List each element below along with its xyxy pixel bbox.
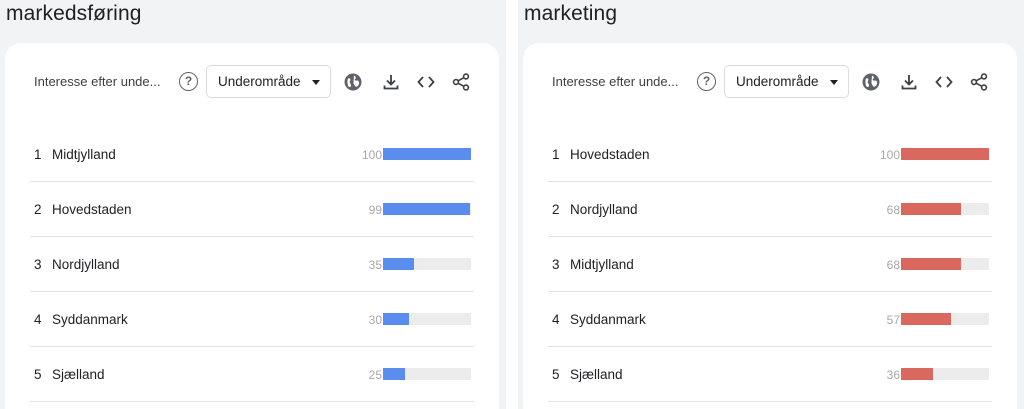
- interest-bar: [901, 313, 952, 325]
- interest-value: 68: [886, 203, 900, 217]
- interest-value: 100: [361, 148, 382, 162]
- list-item[interactable]: 5 Sjælland 25: [30, 347, 474, 402]
- download-icon[interactable]: [381, 72, 401, 92]
- rank-number: 2: [34, 202, 42, 217]
- interest-bar: [901, 148, 989, 160]
- list-item[interactable]: 4 Syddanmark 57: [548, 292, 992, 347]
- rank-number: 4: [34, 312, 42, 327]
- list-item[interactable]: 1 Midtjylland 100: [30, 127, 474, 182]
- embed-code-icon[interactable]: [934, 72, 954, 92]
- interest-value: 57: [886, 313, 900, 327]
- list-item[interactable]: 5 Sjælland 36: [548, 347, 992, 402]
- share-icon[interactable]: [451, 72, 471, 92]
- panel-marketing: marketing Interesse efter unde... ? Unde…: [518, 0, 1024, 409]
- rank-number: 4: [552, 312, 560, 327]
- region-name: Nordjylland: [52, 257, 120, 272]
- interest-value: 99: [368, 203, 382, 217]
- rank-number: 3: [552, 257, 560, 272]
- rank-number: 5: [552, 367, 560, 382]
- interest-bar: [383, 258, 414, 270]
- embed-code-icon[interactable]: [416, 72, 436, 92]
- interest-bar-track: [901, 368, 989, 380]
- rank-number: 3: [34, 257, 42, 272]
- rank-number: 1: [34, 147, 42, 162]
- region-name: Midtjylland: [570, 257, 634, 272]
- list-item[interactable]: 2 Hovedstaden 99: [30, 182, 474, 237]
- interest-by-region-card: Interesse efter unde... ? Underområde 1: [5, 43, 499, 409]
- interest-bar: [901, 368, 933, 380]
- interest-bar: [383, 148, 471, 160]
- caret-down-icon: [312, 80, 320, 85]
- interest-bar: [901, 203, 961, 215]
- panel-title: marketing: [524, 2, 618, 25]
- card-header: Interesse efter unde... ? Underområde: [523, 65, 1017, 99]
- rank-number: 1: [552, 147, 560, 162]
- interest-bar: [901, 258, 961, 270]
- list-item[interactable]: 1 Hovedstaden 100: [548, 127, 992, 182]
- interest-bar-track: [383, 148, 471, 160]
- rank-number: 5: [34, 367, 42, 382]
- region-name: Hovedstaden: [570, 147, 650, 162]
- dropdown-label: Underområde: [218, 74, 301, 89]
- interest-value: 25: [368, 368, 382, 382]
- list-item[interactable]: 3 Midtjylland 68: [548, 237, 992, 292]
- interest-bar-track: [383, 203, 471, 215]
- interest-bar: [383, 313, 410, 325]
- interest-by-region-card: Interesse efter unde... ? Underområde 1: [523, 43, 1017, 409]
- interest-bar-track: [901, 258, 989, 270]
- panel-title: markedsføring: [6, 2, 142, 25]
- dropdown-label: Underområde: [736, 74, 819, 89]
- region-name: Sjælland: [52, 367, 105, 382]
- rank-number: 2: [552, 202, 560, 217]
- list-item[interactable]: 2 Nordjylland 68: [548, 182, 992, 237]
- region-name: Hovedstaden: [52, 202, 132, 217]
- interest-bar: [383, 203, 471, 215]
- interest-bar-track: [901, 203, 989, 215]
- interest-value: 30: [368, 313, 382, 327]
- card-header-label: Interesse efter unde...: [34, 74, 161, 89]
- region-name: Nordjylland: [570, 202, 638, 217]
- interest-bar-track: [383, 313, 471, 325]
- download-icon[interactable]: [899, 72, 919, 92]
- list-item[interactable]: 4 Syddanmark 30: [30, 292, 474, 347]
- help-icon[interactable]: ?: [179, 72, 198, 91]
- panel-markedsforing: markedsføring Interesse efter unde... ? …: [0, 0, 506, 409]
- list-item[interactable]: 3 Nordjylland 35: [30, 237, 474, 292]
- globe-icon[interactable]: [861, 72, 881, 92]
- card-header-label: Interesse efter unde...: [552, 74, 679, 89]
- interest-bar: [383, 368, 405, 380]
- interest-value: 36: [886, 368, 900, 382]
- region-level-dropdown[interactable]: Underområde: [206, 65, 331, 98]
- card-header: Interesse efter unde... ? Underområde: [5, 65, 499, 99]
- region-list: 1 Hovedstaden 100 2 Nordjylland 68 3 Mid…: [548, 127, 992, 402]
- globe-icon[interactable]: [343, 72, 363, 92]
- interest-bar-track: [383, 258, 471, 270]
- region-level-dropdown[interactable]: Underområde: [724, 65, 849, 98]
- help-icon[interactable]: ?: [697, 72, 716, 91]
- interest-value: 35: [368, 258, 382, 272]
- region-name: Syddanmark: [570, 312, 646, 327]
- interest-bar-track: [901, 148, 989, 160]
- interest-value: 100: [879, 148, 900, 162]
- share-icon[interactable]: [969, 72, 989, 92]
- interest-bar-track: [383, 368, 471, 380]
- region-name: Sjælland: [570, 367, 623, 382]
- region-list: 1 Midtjylland 100 2 Hovedstaden 99 3 Nor…: [30, 127, 474, 402]
- region-name: Syddanmark: [52, 312, 128, 327]
- caret-down-icon: [830, 80, 838, 85]
- interest-value: 68: [886, 258, 900, 272]
- interest-bar-track: [901, 313, 989, 325]
- region-name: Midtjylland: [52, 147, 116, 162]
